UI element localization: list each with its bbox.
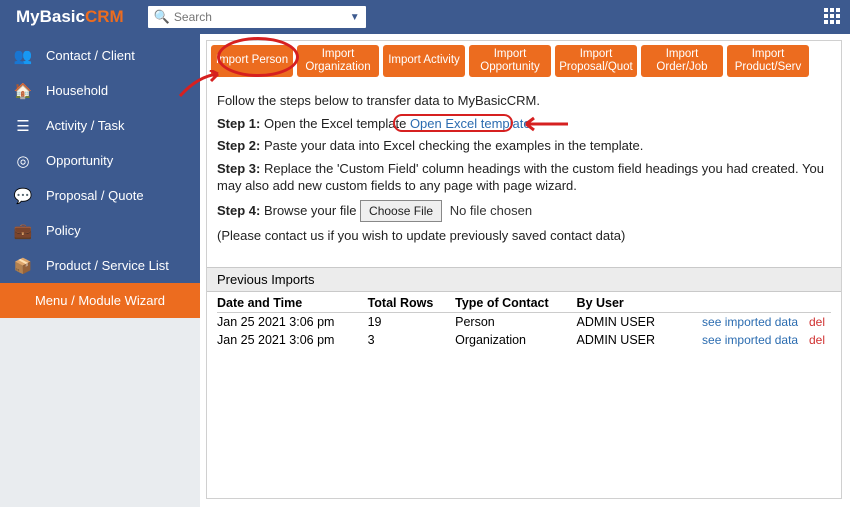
cell-type: Organization (455, 331, 576, 349)
cell-user: ADMIN USER (577, 313, 680, 332)
step1-label: Step 1: (217, 116, 260, 131)
sidebar-item-label: Proposal / Quote (46, 188, 144, 203)
previous-imports-header: Previous Imports (207, 267, 841, 292)
content: Follow the steps below to transfer data … (207, 81, 841, 259)
chevron-down-icon[interactable]: ▼ (350, 12, 360, 23)
delete-link[interactable]: del (809, 315, 825, 329)
step2-label: Step 2: (217, 138, 260, 153)
cell-date: Jan 25 2021 3:06 pm (217, 331, 368, 349)
th-rows: Total Rows (368, 292, 456, 313)
tab-import-opportunity[interactable]: Import Opportunity (469, 45, 551, 77)
open-excel-template-link[interactable]: Open Excel template (410, 116, 531, 131)
step1-text: Open the Excel template (260, 116, 410, 131)
delete-link[interactable]: del (809, 333, 825, 347)
cell-type: Person (455, 313, 576, 332)
see-imported-data-link[interactable]: see imported data (702, 333, 798, 347)
sidebar: 👥 Contact / Client 🏠 Household ☰ Activity / T… (0, 34, 200, 507)
step4-text: Browse your file (260, 203, 360, 218)
search-input[interactable] (174, 10, 350, 24)
tab-import-proposal[interactable]: Import Proposal/Quot (555, 45, 637, 77)
search-box[interactable]: 🔍 ▼ (148, 6, 366, 28)
sidebar-item-policy[interactable]: 💼 Policy (0, 213, 200, 248)
sidebar-icon: ◎ (12, 152, 34, 170)
tab-import-person[interactable]: Import Person (211, 45, 293, 77)
sidebar-item-label: Contact / Client (46, 48, 135, 63)
sidebar-item-opportunity[interactable]: ◎ Opportunity (0, 143, 200, 178)
step3-text: Replace the 'Custom Field' column headin… (217, 161, 824, 194)
apps-icon[interactable] (824, 8, 842, 26)
sidebar-icon: ☰ (12, 117, 34, 135)
step4-label: Step 4: (217, 203, 260, 218)
sidebar-icon: 👥 (12, 47, 34, 65)
import-tabs: Import PersonImport OrganizationImport A… (207, 41, 841, 81)
sidebar-icon: 🏠 (12, 82, 34, 100)
th-date: Date and Time (217, 292, 368, 313)
sidebar-icon: 📦 (12, 257, 34, 275)
see-imported-data-link[interactable]: see imported data (702, 315, 798, 329)
previous-imports-table: Date and Time Total Rows Type of Contact… (217, 292, 831, 349)
th-type: Type of Contact (455, 292, 576, 313)
sidebar-item-proposal[interactable]: 💬 Proposal / Quote (0, 178, 200, 213)
sidebar-item-product[interactable]: 📦 Product / Service List (0, 248, 200, 283)
sidebar-item-household[interactable]: 🏠 Household (0, 73, 200, 108)
step2-text: Paste your data into Excel checking the … (260, 138, 643, 153)
note-text: (Please contact us if you wish to update… (217, 227, 831, 245)
search-icon: 🔍 (154, 9, 170, 25)
sidebar-item-label: Opportunity (46, 153, 113, 168)
cell-rows: 19 (368, 313, 456, 332)
sidebar-item-wizard[interactable]: Menu / Module Wizard (0, 283, 200, 318)
sidebar-item-label: Policy (46, 223, 81, 238)
main-panel: Import PersonImport OrganizationImport A… (206, 40, 842, 499)
cell-user: ADMIN USER (577, 331, 680, 349)
sidebar-icon: 💬 (12, 187, 34, 205)
table-row: Jan 25 2021 3:06 pm3OrganizationADMIN US… (217, 331, 831, 349)
sidebar-item-label: Menu / Module Wizard (35, 293, 165, 308)
tab-import-org[interactable]: Import Organization (297, 45, 379, 77)
choose-file-button[interactable]: Choose File (360, 200, 442, 222)
header: MyBasicCRM 🔍 ▼ (0, 0, 850, 34)
tab-import-product[interactable]: Import Product/Serv (727, 45, 809, 77)
logo[interactable]: MyBasicCRM (16, 7, 124, 27)
sidebar-icon: 💼 (12, 222, 34, 240)
cell-rows: 3 (368, 331, 456, 349)
sidebar-item-label: Activity / Task (46, 118, 125, 133)
sidebar-item-contact[interactable]: 👥 Contact / Client (0, 38, 200, 73)
sidebar-item-activity[interactable]: ☰ Activity / Task (0, 108, 200, 143)
sidebar-item-label: Household (46, 83, 108, 98)
tab-import-order[interactable]: Import Order/Job (641, 45, 723, 77)
cell-date: Jan 25 2021 3:06 pm (217, 313, 368, 332)
table-row: Jan 25 2021 3:06 pm19PersonADMIN USER see… (217, 313, 831, 332)
intro-text: Follow the steps below to transfer data … (217, 92, 831, 110)
no-file-text: No file chosen (450, 203, 532, 218)
step3-label: Step 3: (217, 161, 260, 176)
th-user: By User (577, 292, 680, 313)
tab-import-activity[interactable]: Import Activity (383, 45, 465, 77)
sidebar-item-label: Product / Service List (46, 258, 169, 273)
